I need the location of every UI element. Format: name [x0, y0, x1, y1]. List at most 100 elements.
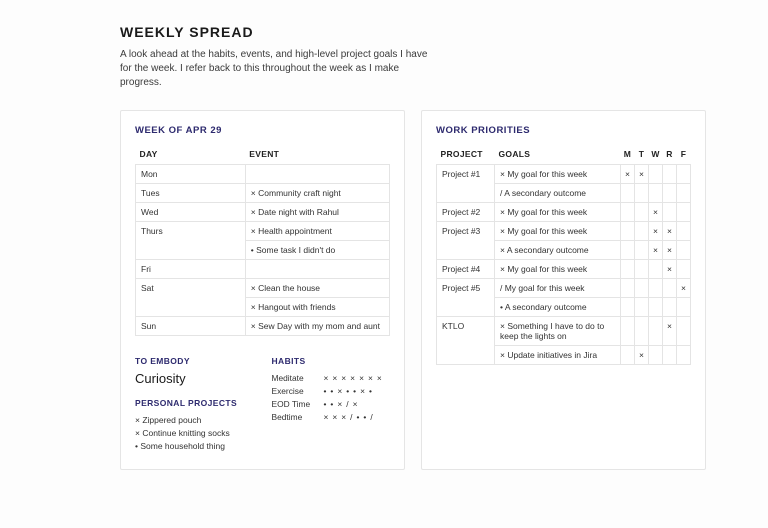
habit-row: Exercise••×••×• — [272, 384, 391, 397]
habit-marks: ••×/× — [324, 399, 362, 409]
project-cell: Project #3 — [437, 222, 495, 260]
mark-cell — [663, 346, 677, 365]
habit-marks: ××××××× — [324, 373, 386, 383]
goal-cell: × My goal for this week — [495, 260, 621, 279]
mark-cell — [635, 241, 649, 260]
mark-cell — [635, 317, 649, 346]
table-row: Tues× Community craft night — [136, 184, 390, 203]
list-item: × Zippered pouch — [135, 413, 254, 426]
right-page: WORK PRIORITIES PROJECTGOALSMTWRF Projec… — [421, 110, 706, 470]
table-row: Thurs× Health appointment — [136, 222, 390, 241]
personal-list: × Zippered pouch× Continue knitting sock… — [135, 413, 254, 452]
event-cell — [245, 165, 389, 184]
habit-marks: ••×••×• — [324, 386, 376, 396]
mark-cell — [649, 298, 663, 317]
mark-cell — [635, 279, 649, 298]
mark-cell — [621, 203, 635, 222]
day-cell: Fri — [136, 260, 246, 279]
goal-cell: × Something I have to do to keep the lig… — [495, 317, 621, 346]
mark-cell: × — [649, 241, 663, 260]
col-day: DAY — [136, 146, 246, 165]
goal-cell: / A secondary outcome — [495, 184, 621, 203]
habit-row: Meditate××××××× — [272, 371, 391, 384]
mark-cell — [635, 260, 649, 279]
event-cell: × Community craft night — [245, 184, 389, 203]
mark-cell — [649, 165, 663, 184]
left-page: WEEK OF APR 29 DAY EVENT MonTues× Commun… — [120, 110, 405, 470]
day-cell: Tues — [136, 184, 246, 203]
habit-name: EOD Time — [272, 399, 324, 409]
table-row: Sun× Sew Day with my mom and aunt — [136, 317, 390, 336]
goal-cell: × Update initiatives in Jira — [495, 346, 621, 365]
habits-list: Meditate×××××××Exercise••×••×•EOD Time••… — [272, 371, 391, 423]
week-heading: WEEK OF APR 29 — [135, 125, 390, 136]
mark-cell — [649, 317, 663, 346]
project-cell: Project #5 — [437, 279, 495, 317]
mark-cell — [649, 346, 663, 365]
event-cell — [245, 260, 389, 279]
event-cell: × Health appointment — [245, 222, 389, 241]
day-cell: Thurs — [136, 222, 246, 260]
mark-cell: × — [649, 222, 663, 241]
mark-cell — [621, 279, 635, 298]
mark-cell: × — [649, 203, 663, 222]
project-cell: Project #1 — [437, 165, 495, 203]
event-cell: × Date night with Rahul — [245, 203, 389, 222]
col-goals: GOALS — [495, 146, 621, 165]
mark-cell — [649, 260, 663, 279]
mark-cell — [635, 222, 649, 241]
table-row: Project #5/ My goal for this week× — [437, 279, 691, 298]
mark-cell — [677, 165, 691, 184]
priorities-heading: WORK PRIORITIES — [436, 125, 691, 136]
embody-value: Curiosity — [135, 371, 254, 386]
mark-cell — [677, 346, 691, 365]
table-row: Fri — [136, 260, 390, 279]
mark-cell — [621, 241, 635, 260]
mark-cell: × — [635, 165, 649, 184]
mark-cell — [621, 222, 635, 241]
goal-cell: × A secondary outcome — [495, 241, 621, 260]
week-table: DAY EVENT MonTues× Community craft night… — [135, 146, 390, 336]
intro-text: A look ahead at the habits, events, and … — [120, 48, 430, 90]
mark-cell: × — [677, 279, 691, 298]
habit-marks: ×××/••/ — [324, 412, 377, 422]
mark-cell — [663, 184, 677, 203]
day-cell: Sat — [136, 279, 246, 317]
project-cell: KTLO — [437, 317, 495, 365]
mark-cell — [635, 184, 649, 203]
mark-cell — [635, 298, 649, 317]
table-row: Project #4× My goal for this week× — [437, 260, 691, 279]
mark-cell: × — [621, 165, 635, 184]
goal-cell: / My goal for this week — [495, 279, 621, 298]
goal-cell: × My goal for this week — [495, 165, 621, 184]
mark-cell — [677, 298, 691, 317]
habit-row: EOD Time••×/× — [272, 397, 391, 410]
table-row: KTLO× Something I have to do to keep the… — [437, 317, 691, 346]
mark-cell — [649, 279, 663, 298]
mark-cell — [663, 203, 677, 222]
col-day-F: F — [677, 146, 691, 165]
mark-cell — [621, 298, 635, 317]
habit-name: Bedtime — [272, 412, 324, 422]
mark-cell — [677, 317, 691, 346]
spread-container: WEEK OF APR 29 DAY EVENT MonTues× Commun… — [120, 110, 706, 470]
mark-cell — [621, 346, 635, 365]
mark-cell — [663, 279, 677, 298]
list-item: • Some household thing — [135, 439, 254, 452]
day-cell: Mon — [136, 165, 246, 184]
table-row: Project #2× My goal for this week× — [437, 203, 691, 222]
project-cell: Project #2 — [437, 203, 495, 222]
day-cell: Sun — [136, 317, 246, 336]
habit-name: Meditate — [272, 373, 324, 383]
table-row: Wed× Date night with Rahul — [136, 203, 390, 222]
day-cell: Wed — [136, 203, 246, 222]
embody-label: TO EMBODY — [135, 356, 254, 366]
goal-cell: × My goal for this week — [495, 222, 621, 241]
mark-cell — [663, 298, 677, 317]
mark-cell — [635, 203, 649, 222]
mark-cell: × — [635, 346, 649, 365]
habit-name: Exercise — [272, 386, 324, 396]
goal-cell: • A secondary outcome — [495, 298, 621, 317]
project-cell: Project #4 — [437, 260, 495, 279]
col-project: PROJECT — [437, 146, 495, 165]
